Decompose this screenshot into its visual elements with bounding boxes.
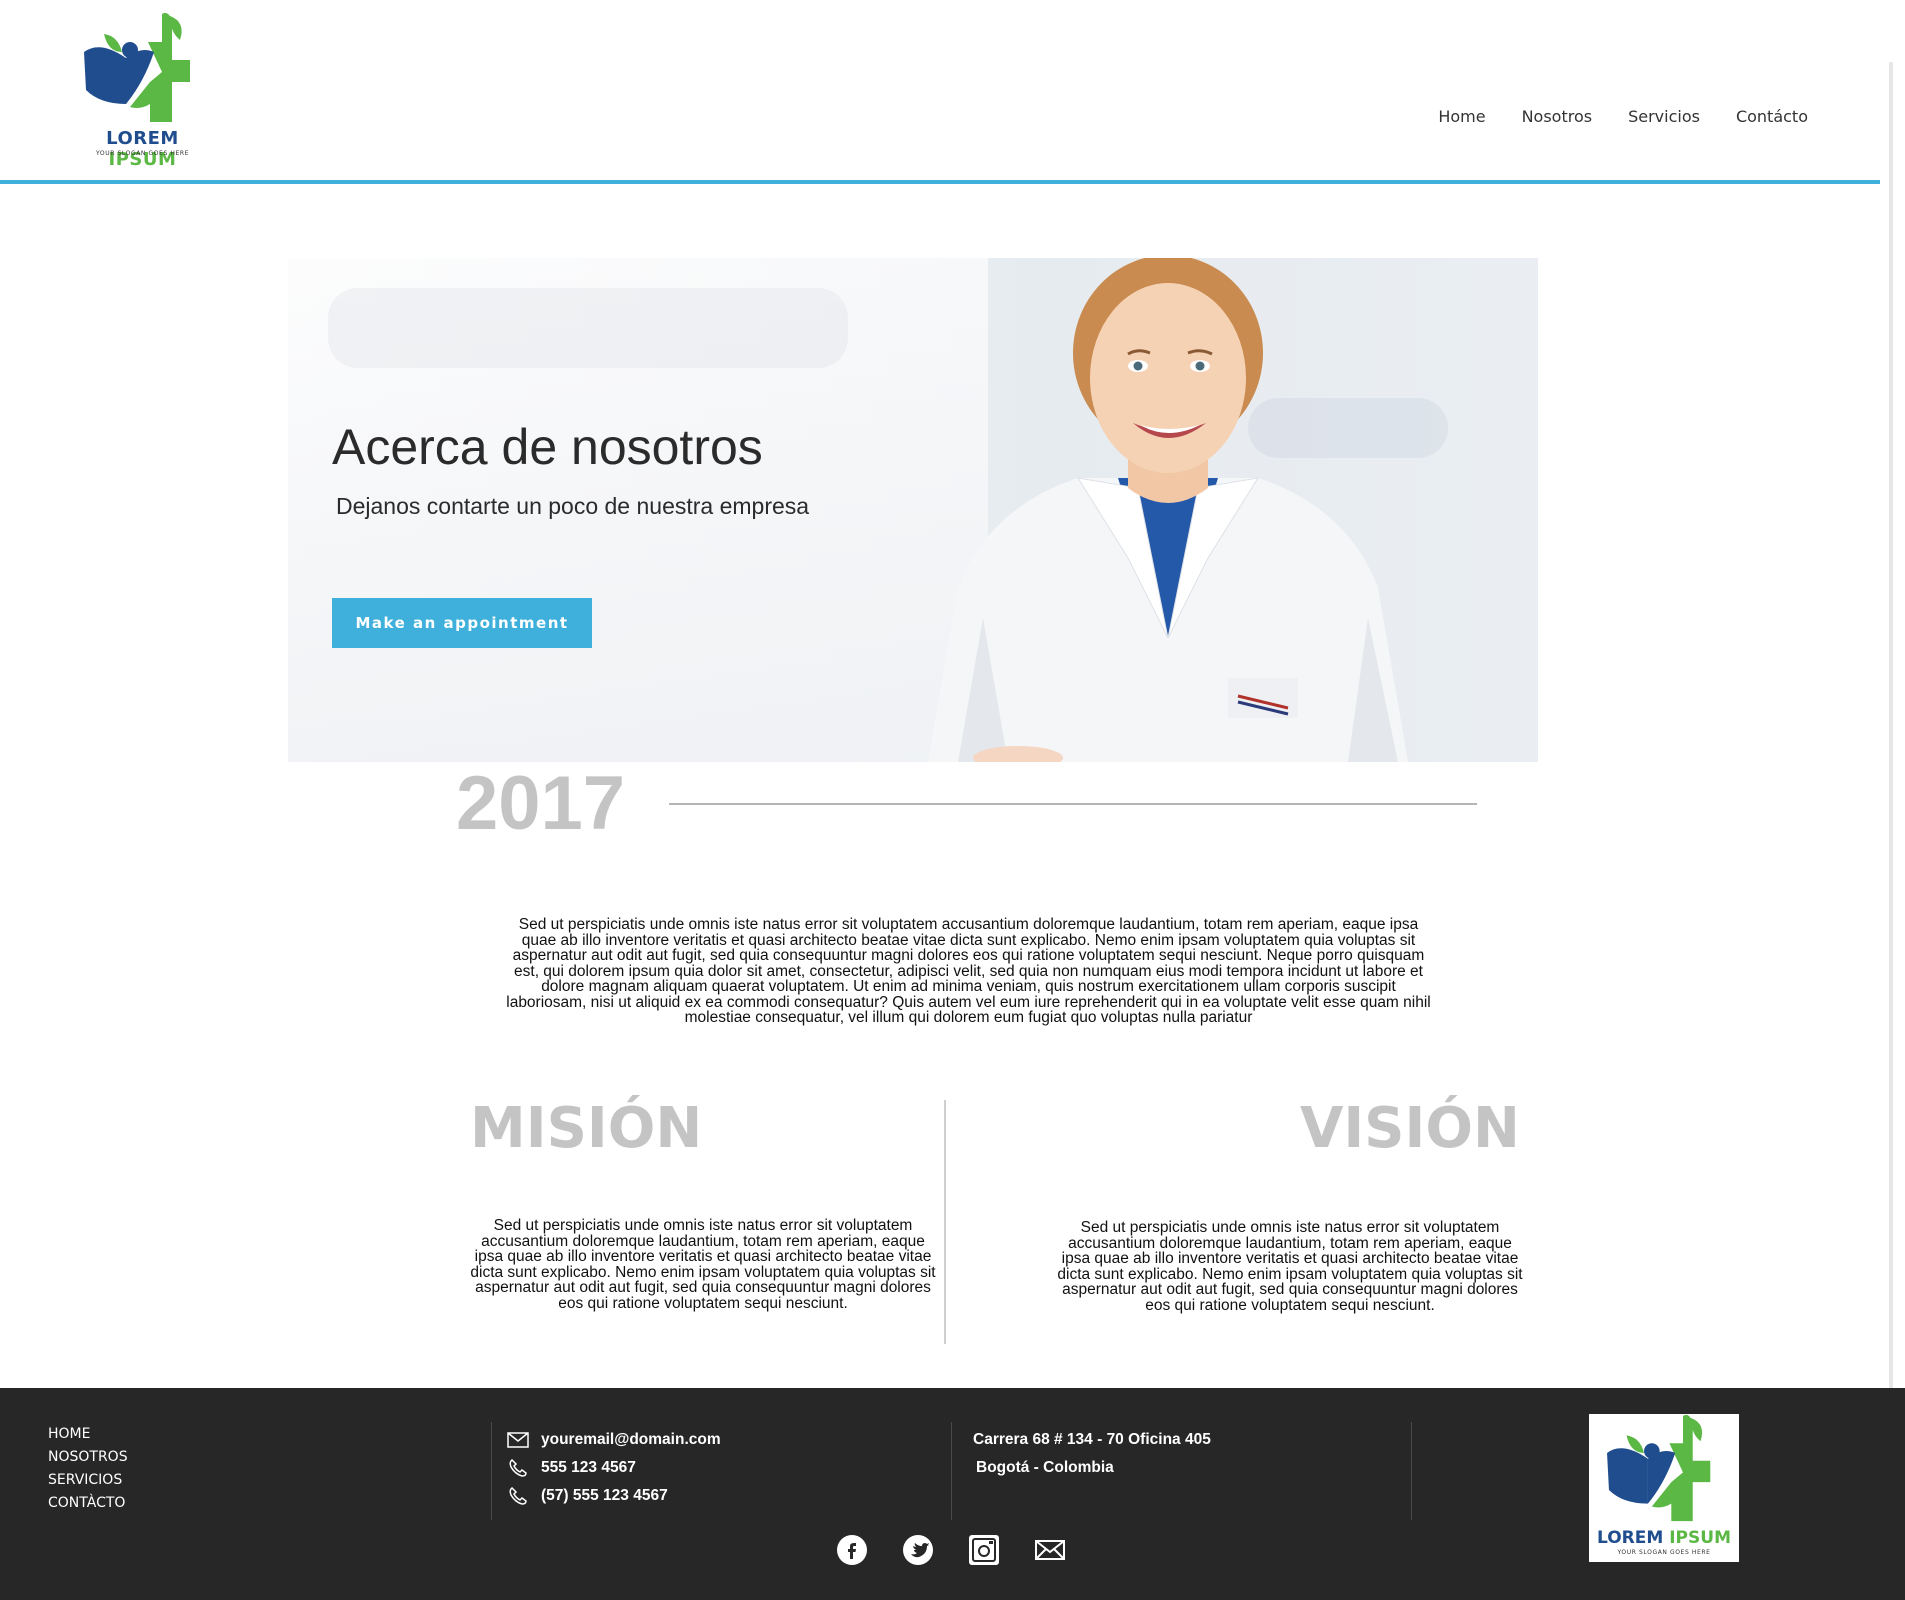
brand-name-part2: IPSUM xyxy=(1669,1528,1731,1548)
address-line-2: Bogotá - Colombia xyxy=(976,1459,1114,1476)
phone-icon xyxy=(509,1487,527,1505)
envelope-icon xyxy=(507,1432,529,1448)
footer-email-row[interactable]: youremail@domain.com xyxy=(507,1426,721,1454)
logo-mark-icon xyxy=(1607,1414,1711,1522)
brand-name-part1: LOREM xyxy=(1597,1528,1664,1548)
footer-separator xyxy=(491,1422,492,1520)
nav-home[interactable]: Home xyxy=(1438,107,1485,126)
make-appointment-button[interactable]: Make an appointment xyxy=(332,598,592,648)
main-nav: Home Nosotros Servicios Contácto xyxy=(1438,107,1808,126)
footer-phone-row: 555 123 4567 xyxy=(507,1454,721,1482)
footer-separator xyxy=(1411,1422,1412,1520)
footer-email[interactable]: youremail@domain.com xyxy=(541,1431,721,1449)
footer-address: Carrera 68 # 134 - 70 Oficina 405 Bogotá… xyxy=(973,1426,1211,1482)
hero-title: Acerca de nosotros xyxy=(332,419,763,475)
hero-subtitle: Dejanos contarte un poco de nuestra empr… xyxy=(336,493,810,519)
footer-phone-2: (57) 555 123 4567 xyxy=(541,1487,668,1504)
intro-paragraph: Sed ut perspiciatis unde omnis iste natu… xyxy=(506,916,1431,1026)
brand-logo[interactable]: LOREM IPSUM YOUR SLOGAN GOES HERE xyxy=(70,12,215,170)
phone-icon xyxy=(509,1459,527,1477)
footer-brand-slogan: YOUR SLOGAN GOES HERE xyxy=(1617,1549,1711,1556)
brand-name: LOREM IPSUM xyxy=(70,128,215,170)
footer-nav: HOME NOSOTROS SERVICIOS CONTÀCTO xyxy=(48,1426,128,1511)
nav-nosotros[interactable]: Nosotros xyxy=(1522,107,1593,126)
nav-servicios[interactable]: Servicios xyxy=(1628,107,1700,126)
site-footer: HOME NOSOTROS SERVICIOS CONTÀCTO yourema… xyxy=(0,1388,1905,1600)
page-scrollbar[interactable] xyxy=(1889,62,1893,1392)
nav-contacto[interactable]: Contácto xyxy=(1736,107,1808,126)
footer-contact: youremail@domain.com 555 123 4567 (57) 5… xyxy=(507,1426,721,1510)
site-header: LOREM IPSUM YOUR SLOGAN GOES HERE Home N… xyxy=(0,0,1880,184)
footer-phone-1: 555 123 4567 xyxy=(541,1459,636,1476)
header-divider xyxy=(0,180,1880,184)
footer-link-home[interactable]: HOME xyxy=(48,1426,128,1442)
footer-brand-name: LOREM IPSUM xyxy=(1589,1528,1739,1548)
doctor-image xyxy=(928,258,1408,762)
hero-background-shape xyxy=(328,288,848,368)
mail-icon[interactable] xyxy=(1034,1534,1066,1566)
footer-phone-row: (57) 555 123 4567 xyxy=(507,1482,721,1510)
year-divider xyxy=(669,803,1477,805)
footer-link-contacto[interactable]: CONTÀCTO xyxy=(48,1495,128,1511)
mision-text: Sed ut perspiciatis unde omnis iste natu… xyxy=(470,1217,936,1312)
footer-link-servicios[interactable]: SERVICIOS xyxy=(48,1472,128,1488)
mision-vision-divider xyxy=(944,1100,946,1344)
brand-name-part1: LOREM xyxy=(106,128,179,149)
logo-mark-icon xyxy=(84,12,190,123)
hero-banner: Acerca de nosotros Dejanos contarte un p… xyxy=(288,258,1538,762)
footer-link-nosotros[interactable]: NOSOTROS xyxy=(48,1449,128,1465)
year-heading: 2017 xyxy=(456,761,626,846)
twitter-icon[interactable] xyxy=(902,1534,934,1566)
brand-slogan: YOUR SLOGAN GOES HERE xyxy=(95,150,190,157)
footer-separator xyxy=(951,1422,952,1520)
facebook-icon[interactable] xyxy=(836,1534,868,1566)
vision-text: Sed ut perspiciatis unde omnis iste natu… xyxy=(1057,1219,1523,1314)
instagram-icon[interactable] xyxy=(968,1534,1000,1566)
social-links xyxy=(836,1534,1066,1566)
mision-title: MISIÓN xyxy=(470,1096,703,1161)
footer-logo[interactable]: LOREM IPSUM YOUR SLOGAN GOES HERE xyxy=(1589,1414,1739,1562)
vision-title: VISIÓN xyxy=(1300,1096,1520,1161)
address-line-1: Carrera 68 # 134 - 70 Oficina 405 xyxy=(973,1431,1211,1448)
